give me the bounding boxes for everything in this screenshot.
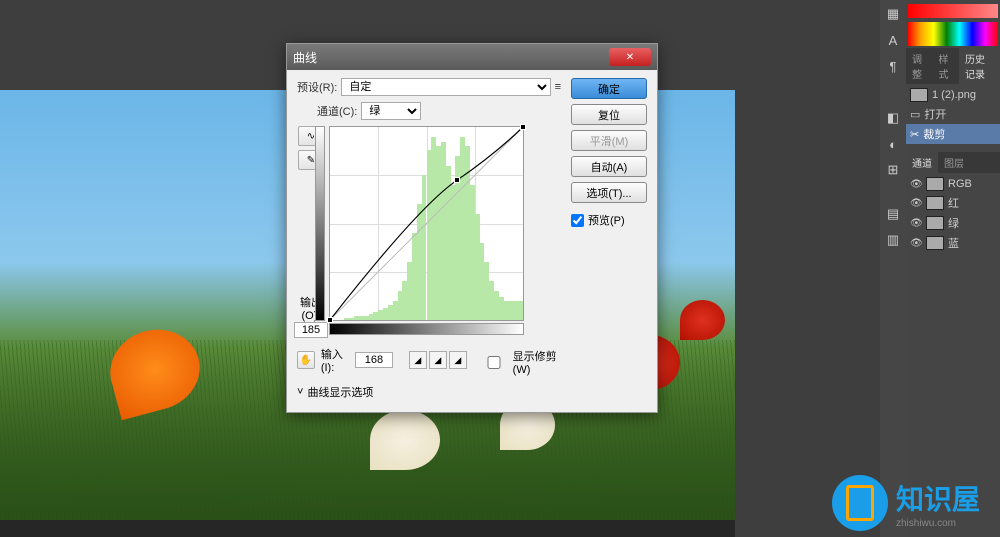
- tab-adjustments[interactable]: 调整: [906, 48, 933, 84]
- curves-dialog: 曲线 ✕ 预设(R): 自定 ≡ 通道(C): 绿 ∿ ✎: [286, 43, 658, 413]
- tab-paths[interactable]: 图层: [938, 152, 970, 173]
- curve-display-options-toggle[interactable]: ˅ 曲线显示选项: [297, 384, 561, 400]
- reset-button[interactable]: 复位: [571, 104, 647, 125]
- preview-checkbox[interactable]: 预览(P): [571, 212, 647, 228]
- input-label: 输入(I):: [321, 346, 349, 374]
- right-panels: ▦ A ¶ ◧ ◐ ⊞ ▤ ▥ 调整 样式 历史记录 1 (2).png ▭ 打…: [880, 0, 1000, 537]
- color-spectrum[interactable]: [908, 22, 998, 46]
- input-gradient: [329, 323, 524, 335]
- tab-history[interactable]: 历史记录: [959, 48, 1000, 84]
- close-button[interactable]: ✕: [609, 48, 651, 66]
- curve-grid[interactable]: [329, 126, 524, 321]
- output-gradient: [315, 126, 325, 321]
- paragraph-icon[interactable]: ¶: [883, 56, 903, 76]
- layers-icon[interactable]: ◧: [883, 108, 903, 128]
- curve-point[interactable]: [454, 177, 460, 183]
- curve-point-black[interactable]: [327, 317, 333, 323]
- dialog-title: 曲线: [293, 49, 609, 66]
- smooth-button: 平滑(M): [571, 130, 647, 151]
- tab-styles[interactable]: 样式: [933, 48, 960, 84]
- channel-item[interactable]: 👁绿: [906, 213, 1000, 233]
- panel-icon[interactable]: ▤: [883, 204, 903, 224]
- curve-point-white[interactable]: [520, 124, 526, 130]
- preset-select[interactable]: 自定: [341, 78, 550, 96]
- channel-item[interactable]: 👁蓝: [906, 233, 1000, 253]
- channel-label: 通道(C):: [317, 103, 357, 119]
- hand-tool-button[interactable]: ✋: [297, 351, 315, 369]
- image-thumb-icon: [910, 88, 928, 102]
- visibility-icon[interactable]: 👁: [910, 218, 922, 229]
- curve-line: [330, 127, 523, 320]
- output-field[interactable]: [294, 322, 328, 338]
- visibility-icon[interactable]: 👁: [910, 238, 922, 249]
- auto-button[interactable]: 自动(A): [571, 156, 647, 177]
- input-field[interactable]: [355, 352, 393, 368]
- color-slider[interactable]: [908, 4, 998, 18]
- preset-label: 预设(R):: [297, 79, 337, 95]
- channels-list: 👁RGB 👁红 👁绿 👁蓝: [906, 173, 1000, 255]
- watermark-icon: [832, 475, 888, 531]
- ok-button[interactable]: 确定: [571, 78, 647, 99]
- panel-icon[interactable]: ▥: [883, 230, 903, 250]
- watermark: 知识屋 zhishiwu.com: [832, 475, 980, 531]
- black-point-eyedropper-icon[interactable]: ◢: [409, 351, 427, 369]
- dialog-titlebar[interactable]: 曲线 ✕: [287, 44, 657, 70]
- crop-icon: ✂: [910, 128, 919, 141]
- watermark-sub: zhishiwu.com: [896, 518, 980, 529]
- options-button[interactable]: 选项(T)...: [571, 182, 647, 203]
- channel-item[interactable]: 👁红: [906, 193, 1000, 213]
- open-icon: ▭: [910, 108, 920, 121]
- image-flower: [680, 300, 725, 340]
- text-icon[interactable]: A: [883, 30, 903, 50]
- gray-point-eyedropper-icon[interactable]: ◢: [429, 351, 447, 369]
- history-item[interactable]: ▭ 打开: [906, 104, 1000, 124]
- history-list: 1 (2).png ▭ 打开 ✂ 裁剪: [906, 84, 1000, 146]
- white-point-eyedropper-icon[interactable]: ◢: [449, 351, 467, 369]
- tab-channels[interactable]: 通道: [906, 152, 938, 173]
- collapsed-panel-strip: ▦ A ¶ ◧ ◐ ⊞ ▤ ▥: [880, 0, 906, 537]
- show-clipping-checkbox[interactable]: 显示修剪(W): [479, 348, 561, 376]
- visibility-icon[interactable]: 👁: [910, 198, 922, 209]
- watermark-text: 知识屋: [896, 478, 980, 518]
- chevron-down-icon: ˅: [297, 386, 303, 398]
- history-item[interactable]: ✂ 裁剪: [906, 124, 1000, 144]
- history-item[interactable]: 1 (2).png: [906, 86, 1000, 104]
- channel-item[interactable]: 👁RGB: [906, 175, 1000, 193]
- preset-menu-icon[interactable]: ≡: [555, 81, 561, 93]
- swatches-icon[interactable]: ▦: [883, 4, 903, 24]
- image-flower: [370, 410, 440, 470]
- channel-select[interactable]: 绿: [361, 102, 421, 120]
- properties-icon[interactable]: ⊞: [883, 160, 903, 180]
- adjustments-icon[interactable]: ◐: [883, 134, 903, 154]
- visibility-icon[interactable]: 👁: [910, 179, 922, 190]
